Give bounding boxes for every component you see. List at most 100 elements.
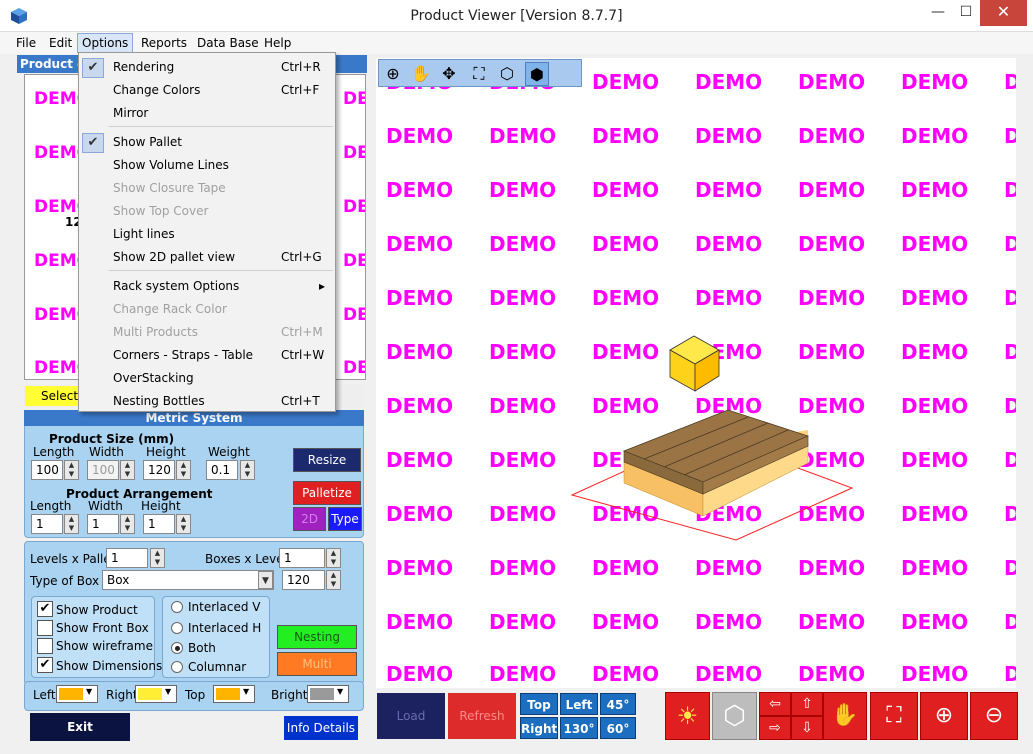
view-right-button[interactable]: Right	[520, 717, 558, 739]
solid-cube-icon[interactable]: ⬢	[525, 62, 549, 86]
zoom-in-icon[interactable]: ⊕	[920, 692, 968, 740]
show-front-box-label: Show Front Box	[56, 621, 149, 635]
options-menu-item[interactable]: ✔ Show Pallet	[79, 131, 335, 154]
options-menu-item[interactable]: OverStacking	[79, 367, 335, 390]
left-color-picker[interactable]: ▼	[56, 685, 98, 703]
interlaced-h-radio[interactable]	[171, 622, 183, 634]
weight-stepper[interactable]: ▲ ▼	[240, 460, 255, 480]
height-stepper[interactable]: ▲ ▼	[176, 460, 191, 480]
menu-edit[interactable]: Edit	[45, 35, 76, 51]
arr-height-input[interactable]: 1	[143, 514, 175, 534]
vertical-scrollbar[interactable]	[1017, 58, 1033, 688]
levels-input[interactable]: 1	[106, 548, 148, 568]
arr-height-stepper[interactable]: ▲ ▼	[176, 514, 191, 534]
fit-view-icon[interactable]: ⛶	[467, 62, 491, 86]
options-menu-item[interactable]: Show Volume Lines	[79, 154, 335, 177]
arrow-up-icon[interactable]: ⇧	[791, 692, 823, 716]
top-color-swatch	[216, 688, 240, 700]
zoom-icon[interactable]: ⊕	[381, 62, 405, 86]
show-wireframe-label: Show wireframe	[56, 639, 153, 653]
arrow-down-icon[interactable]: ⇩	[791, 716, 823, 740]
type-of-box-select[interactable]: Box	[102, 570, 274, 590]
arrow-left-icon[interactable]: ⇦	[759, 692, 791, 716]
weight-label: Weight	[208, 445, 250, 459]
top-color-picker[interactable]: ▼	[213, 685, 255, 703]
arr-height-label: Height	[141, 499, 181, 513]
levels-stepper[interactable]: ▲ ▼	[150, 548, 165, 568]
right-color-label: Right	[106, 688, 138, 702]
close-button[interactable]: ✕	[980, 0, 1027, 26]
view-130-button[interactable]: 130°	[560, 717, 598, 739]
options-menu-item[interactable]: Show 2D pallet view Ctrl+G	[79, 246, 335, 269]
interlaced-v-radio[interactable]	[171, 601, 183, 613]
menu-options[interactable]: Options	[77, 33, 134, 53]
light-bulb-icon[interactable]: ☀	[665, 692, 710, 740]
options-menu-item: Change Rack Color	[79, 298, 335, 321]
menu-database[interactable]: Data Base	[193, 35, 263, 51]
type-button[interactable]: Type	[328, 507, 362, 531]
refresh-button[interactable]: Refresh	[448, 693, 516, 739]
show-front-box-checkbox[interactable]	[37, 620, 53, 636]
menu-item-label: Show Volume Lines	[113, 158, 229, 172]
maximize-button[interactable]: ☐	[948, 0, 984, 26]
rotate-icon[interactable]: ✥	[437, 62, 461, 86]
multi-button[interactable]: Multi	[277, 652, 357, 676]
zoom-out-icon[interactable]: ⊖	[970, 692, 1018, 740]
options-menu-item[interactable]: Change Colors Ctrl+F	[79, 79, 335, 102]
menu-file[interactable]: File	[12, 35, 40, 51]
select-button[interactable]: Select	[25, 386, 85, 406]
resize-button[interactable]: Resize	[293, 448, 361, 472]
view-left-button[interactable]: Left	[560, 693, 598, 715]
options-menu-item: Multi Products Ctrl+M	[79, 321, 335, 344]
arr-length-stepper[interactable]: ▲ ▼	[64, 514, 79, 534]
options-menu-item[interactable]: Rack system Options ▸	[79, 275, 335, 298]
view-top-button[interactable]: Top	[520, 693, 558, 715]
view-60-button[interactable]: 60°	[600, 717, 636, 739]
load-button[interactable]: Load	[377, 693, 445, 739]
cube-view-icon[interactable]: ⬡	[712, 692, 757, 740]
exit-button[interactable]: Exit	[30, 713, 130, 741]
weight-input[interactable]: 0.1	[206, 460, 238, 480]
arr-width-input[interactable]: 1	[87, 514, 119, 534]
menu-help[interactable]: Help	[260, 35, 295, 51]
height-input[interactable]: 120	[143, 460, 175, 480]
show-product-checkbox[interactable]: ✔	[37, 601, 53, 617]
width-stepper[interactable]: ▲ ▼	[120, 460, 135, 480]
demo-watermark: DE	[343, 197, 365, 217]
pan-hand-icon[interactable]: ✋	[409, 62, 433, 86]
both-radio[interactable]	[171, 642, 183, 654]
pan-hand-icon[interactable]: ✋	[823, 692, 867, 740]
options-menu-item[interactable]: Corners - Straps - Table Ctrl+W	[79, 344, 335, 367]
options-menu-item[interactable]: ✔ Rendering Ctrl+R	[79, 56, 335, 79]
checkmark-icon: ✔	[82, 133, 104, 153]
3d-viewer[interactable]: DEMODEMODEMODEMODEMODEMODDEMODEMODEMODEM…	[376, 58, 1016, 688]
menu-reports[interactable]: Reports	[137, 35, 191, 51]
options-menu-item[interactable]: Light lines	[79, 223, 335, 246]
nesting-button[interactable]: Nesting	[277, 625, 357, 649]
arr-width-stepper[interactable]: ▲ ▼	[120, 514, 135, 534]
2d-button[interactable]: 2D	[293, 507, 326, 531]
columnar-radio[interactable]	[171, 661, 183, 673]
length-input[interactable]: 100	[31, 460, 63, 480]
palletize-button[interactable]: Palletize	[293, 481, 361, 505]
boxes-stepper[interactable]: ▲ ▼	[326, 548, 341, 568]
length-stepper[interactable]: ▲ ▼	[64, 460, 79, 480]
type-value-stepper[interactable]: ▲ ▼	[326, 570, 341, 590]
show-wireframe-checkbox[interactable]	[37, 638, 53, 654]
width-input[interactable]: 100	[87, 460, 119, 480]
arrow-right-icon[interactable]: ⇨	[759, 716, 791, 740]
options-menu-item[interactable]: Mirror	[79, 102, 335, 125]
type-value-input[interactable]: 120	[282, 570, 325, 590]
boxes-input[interactable]: 1	[279, 548, 325, 568]
info-details-button[interactable]: Info Details	[284, 716, 358, 740]
right-color-picker[interactable]: ▼	[135, 685, 177, 703]
options-menu-item[interactable]: Nesting Bottles Ctrl+T	[79, 390, 335, 413]
bright-color-picker[interactable]: ▼	[307, 685, 349, 703]
chevron-down-icon[interactable]: ▼	[258, 571, 273, 589]
menu-item-label: Show 2D pallet view	[113, 250, 236, 264]
zoom-fit-icon[interactable]: ⛶	[870, 692, 918, 740]
arr-length-input[interactable]: 1	[31, 514, 63, 534]
view-45-button[interactable]: 45°	[600, 693, 636, 715]
show-dimensions-checkbox[interactable]: ✔	[37, 657, 53, 673]
wireframe-cube-icon[interactable]: ⬡	[495, 62, 519, 86]
